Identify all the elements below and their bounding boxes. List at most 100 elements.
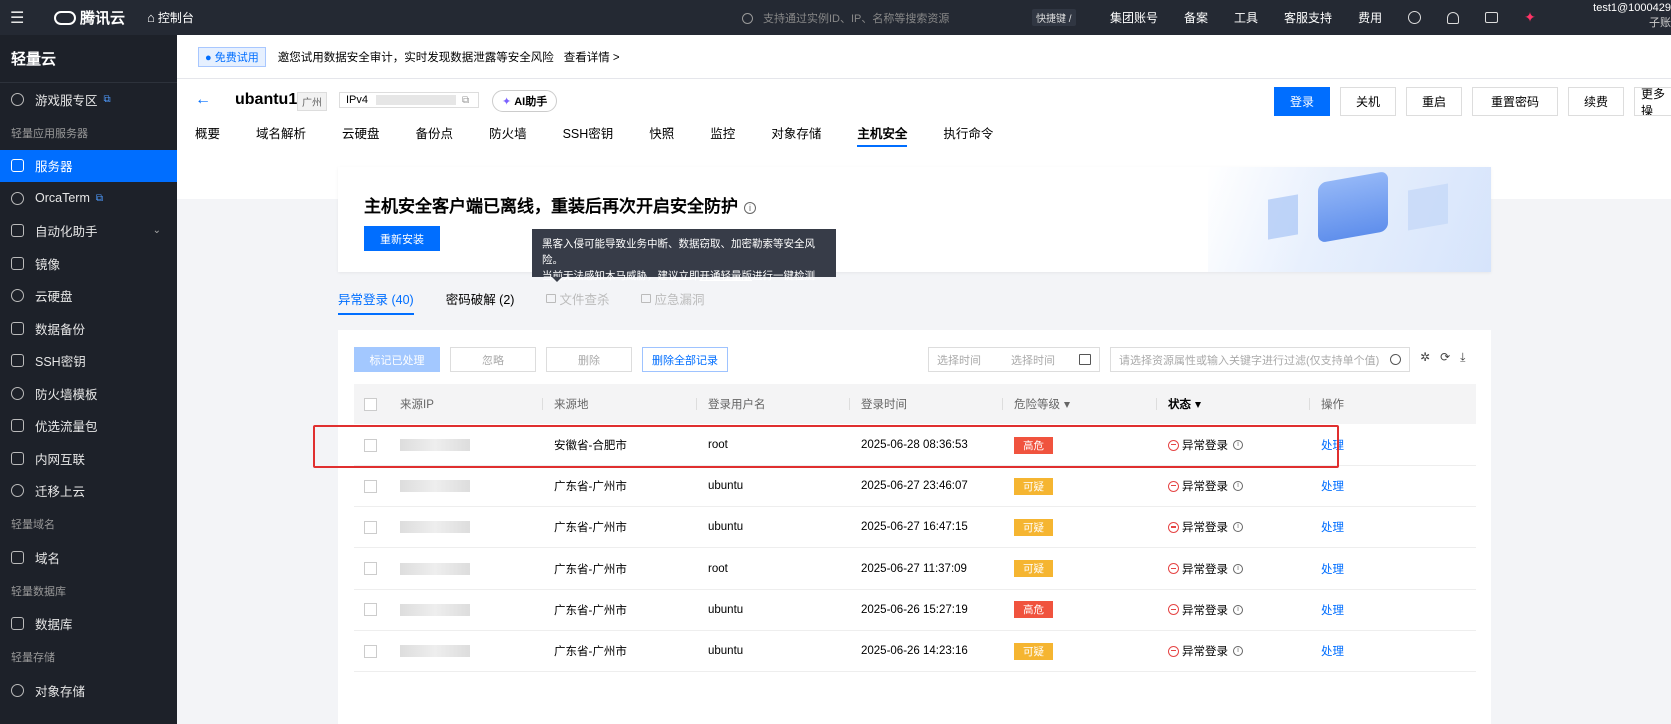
sidebar-group-label: 轻量存储	[11, 652, 55, 664]
global-search-input[interactable]: 支持通过实例ID、IP、名称等搜索资源	[742, 8, 1032, 28]
search-icon[interactable]	[1390, 354, 1401, 365]
security-subtab[interactable]: 密码破解 (2)	[446, 287, 515, 309]
info-icon[interactable]: i	[744, 201, 756, 214]
illustration-server	[1318, 170, 1388, 244]
nav-tools[interactable]: 工具	[1234, 9, 1258, 26]
filter-icon[interactable]	[1195, 401, 1201, 408]
login-button[interactable]: 登录	[1274, 87, 1330, 116]
nav-billing[interactable]: 费用	[1358, 9, 1382, 26]
row-checkbox[interactable]	[364, 520, 377, 534]
sidebar-item[interactable]: 服务器	[0, 149, 177, 182]
handle-link[interactable]: 处理	[1321, 561, 1344, 577]
instance-tab[interactable]: 对象存储	[771, 119, 821, 145]
sidebar-item[interactable]: 云硬盘	[0, 280, 177, 313]
reset-password-button[interactable]: 重置密码	[1472, 87, 1558, 116]
menu-icon[interactable]: ☰	[10, 8, 30, 28]
table-row[interactable]: 广东省-广州市 ubuntu 2025-06-26 14:23:16 可疑 异常登录 i 处…	[354, 631, 1476, 672]
instance-tab[interactable]: 备份点	[416, 119, 454, 145]
filter-icon[interactable]	[1064, 401, 1070, 408]
nav-filing[interactable]: 备案	[1184, 9, 1208, 26]
table-row[interactable]: 广东省-广州市 ubuntu 2025-06-27 16:47:15 可疑 异常登录 i 处…	[354, 507, 1476, 549]
table-row[interactable]: 广东省-广州市 ubuntu 2025-06-27 23:46:07 可疑 异常登录 i 处…	[354, 466, 1476, 508]
instance-tab[interactable]: SSH密钥	[563, 119, 614, 145]
sidebar-item[interactable]: 数据库	[0, 608, 177, 641]
settings-icon[interactable]: ✲	[1420, 350, 1430, 365]
restart-button[interactable]: 重启	[1406, 87, 1462, 116]
open-lite-link[interactable]: 开通轻量版	[700, 270, 753, 282]
select-all-checkbox[interactable]	[364, 397, 377, 411]
table-row[interactable]: 广东省-广州市 root 2025-06-27 11:37:09 可疑 异常登录 i 处理	[354, 549, 1476, 590]
notice-more-link[interactable]: 查看详情 >	[564, 49, 620, 65]
refresh-icon[interactable]: ⟳	[1440, 350, 1450, 365]
row-checkbox[interactable]	[364, 644, 377, 658]
back-arrow-icon[interactable]: ←	[195, 91, 211, 109]
ignore-button[interactable]: 忽略	[450, 347, 536, 372]
date-range-picker[interactable]: 选择时间 选择时间	[928, 347, 1100, 372]
handle-link[interactable]: 处理	[1321, 478, 1344, 494]
info-icon[interactable]: i	[1233, 604, 1243, 615]
filter-input[interactable]: 请选择资源属性或输入关键字进行过滤(仅支持单个值)	[1110, 347, 1410, 372]
security-subtab[interactable]: 异常登录 (40)	[338, 287, 414, 315]
info-icon[interactable]: i	[1233, 481, 1243, 492]
sidebar-item-label: 迁移上云	[35, 485, 86, 500]
row-checkbox[interactable]	[364, 479, 377, 493]
sidebar-item[interactable]: 域名	[0, 541, 177, 574]
table-row[interactable]: 广东省-广州市 ubuntu 2025-06-26 15:27:19 高危 异常登录 i 处…	[354, 590, 1476, 631]
ip-mask	[400, 603, 470, 616]
mark-handled-button[interactable]: 标记已处理	[354, 347, 440, 372]
col-status[interactable]: 状态	[1156, 396, 1201, 412]
sidebar-item[interactable]: SSH密钥	[0, 345, 177, 378]
compass-icon[interactable]	[1408, 11, 1422, 24]
brand-logo[interactable]: 腾讯云	[54, 7, 125, 28]
sidebar-item[interactable]: 迁移上云	[0, 475, 177, 508]
minus-circle-icon	[1168, 645, 1179, 657]
sidebar-item[interactable]: OrcaTerm ⧉	[0, 182, 177, 215]
sidebar-item[interactable]: 对象存储	[0, 674, 177, 707]
col-risk-level[interactable]: 危险等级	[1002, 396, 1070, 412]
shutdown-button[interactable]: 关机	[1340, 87, 1396, 116]
row-checkbox[interactable]	[364, 562, 377, 576]
info-icon[interactable]: i	[1233, 522, 1243, 533]
chevron-down-icon[interactable]: ⌄	[153, 225, 161, 236]
renew-button[interactable]: 续费	[1568, 87, 1624, 116]
row-checkbox[interactable]	[364, 603, 377, 617]
nav-support[interactable]: 客服支持	[1284, 9, 1332, 26]
sidebar-item[interactable]: 镜像	[0, 247, 177, 280]
nav-group-account[interactable]: 集团账号	[1110, 9, 1158, 26]
illustration-block	[1268, 194, 1298, 240]
message-icon[interactable]	[1485, 12, 1499, 23]
instance-tab[interactable]: 快照	[649, 119, 674, 145]
user-account[interactable]: test1@1000429 子账	[1590, 2, 1671, 30]
delete-all-button[interactable]: 删除全部记录	[642, 347, 728, 372]
reinstall-button[interactable]: 重新安装	[364, 226, 440, 251]
handle-link[interactable]: 处理	[1321, 519, 1344, 535]
instance-tab[interactable]: 执行命令	[943, 119, 993, 145]
console-link[interactable]: ⌂ 控制台	[147, 9, 194, 26]
security-subtab[interactable]: 应急漏洞	[641, 287, 705, 309]
copy-icon[interactable]: ⧉	[462, 95, 469, 106]
instance-tab[interactable]: 云硬盘	[342, 119, 380, 145]
info-icon[interactable]: i	[1233, 563, 1243, 574]
download-icon[interactable]: ⤓	[1460, 350, 1465, 365]
delete-button[interactable]: 删除	[546, 347, 632, 372]
info-icon[interactable]: i	[1233, 646, 1243, 656]
instance-tab[interactable]: 概要	[195, 119, 220, 145]
source-location: 广东省-广州市	[554, 646, 627, 658]
sidebar-item[interactable]: 数据备份	[0, 312, 177, 345]
bell-icon[interactable]	[1447, 11, 1460, 24]
instance-tab[interactable]: 监控	[710, 119, 735, 145]
security-subtab[interactable]: 文件查杀	[546, 287, 609, 309]
handle-link[interactable]: 处理	[1321, 643, 1344, 659]
sidebar-item[interactable]: 防火墙模板	[0, 377, 177, 410]
ai-assistant-button[interactable]: ✦ AI助手	[492, 90, 558, 112]
instance-tab[interactable]: 防火墙	[489, 119, 527, 145]
sidebar-item[interactable]: 优选流量包	[0, 410, 177, 443]
sidebar-item[interactable]: 游戏服专区 ⧉	[0, 83, 177, 116]
colorful-app-icon[interactable]: ✦	[1524, 9, 1536, 26]
sidebar-item[interactable]: 自动化助手 ⌄	[0, 215, 177, 248]
more-actions-button[interactable]: 更多操	[1634, 87, 1671, 116]
handle-link[interactable]: 处理	[1321, 602, 1344, 618]
instance-tab[interactable]: 域名解析	[256, 119, 306, 145]
sidebar-item[interactable]: 内网互联	[0, 442, 177, 475]
instance-tab[interactable]: 主机安全	[857, 119, 908, 147]
